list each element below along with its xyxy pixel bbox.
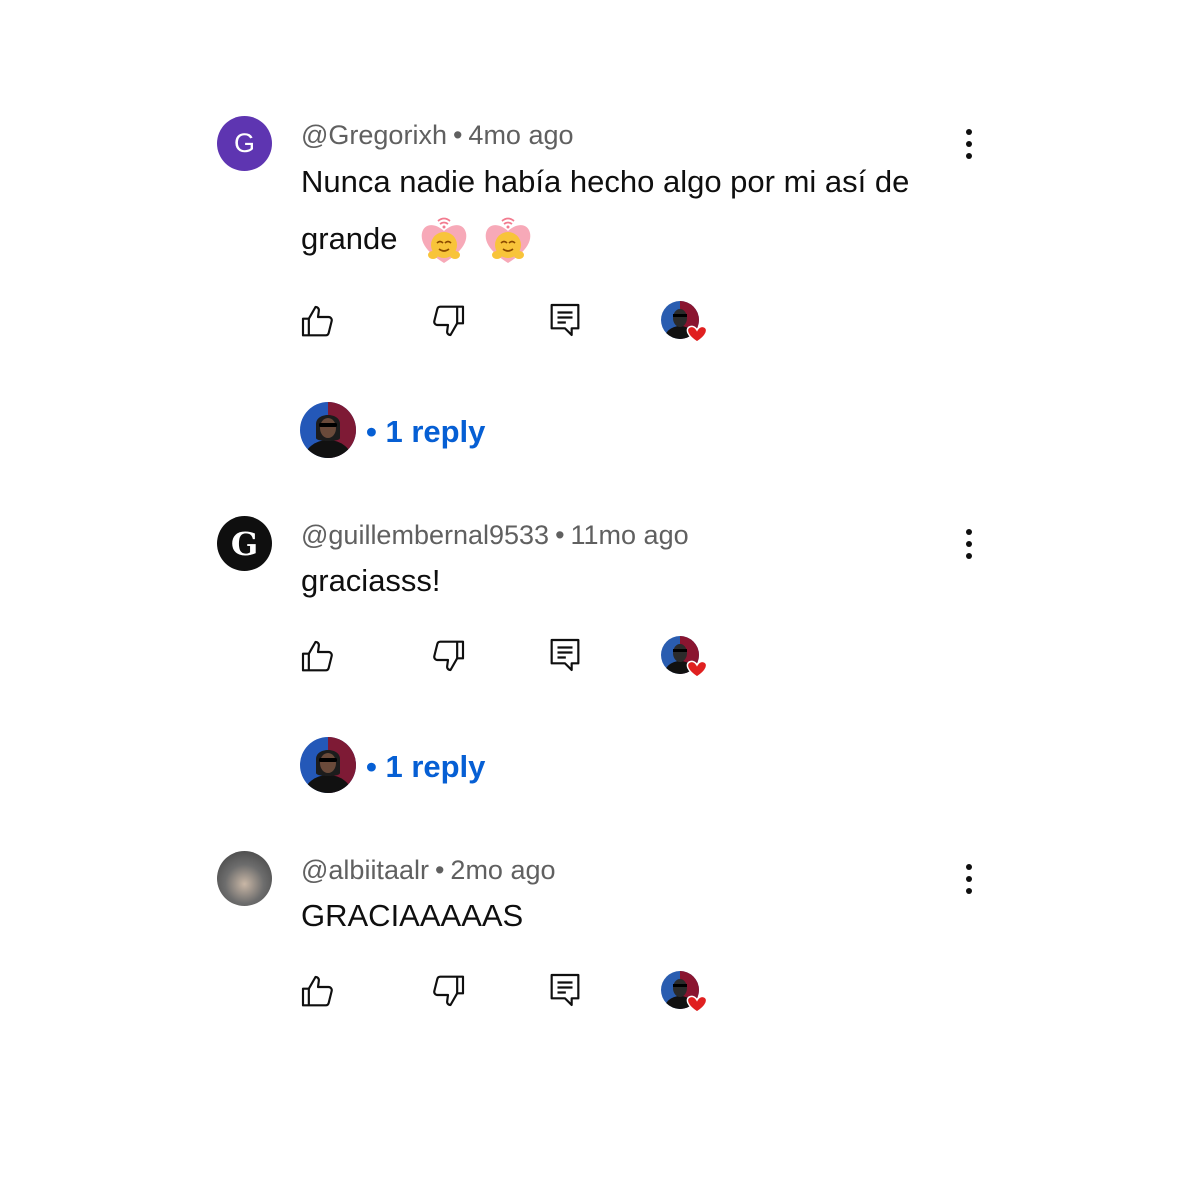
comment-actions [0, 300, 1200, 350]
avatar[interactable]: G [217, 516, 272, 571]
creator-heart-icon [660, 970, 712, 1018]
comment-time[interactable]: 2mo ago [450, 855, 555, 885]
comment-time[interactable]: 4mo ago [468, 120, 573, 150]
comment-meta: @guillembernal9533 • 11mo ago [301, 520, 689, 551]
thumbs-down-icon[interactable] [428, 300, 468, 340]
creator-heart-icon [660, 635, 712, 683]
avatar[interactable]: G [217, 116, 272, 171]
comment-text: graciasss! [301, 552, 961, 609]
comment-body: GRACIAAAAAS [301, 898, 524, 933]
hugging-heart-emoji [418, 215, 470, 267]
comment-meta: @Gregorixh • 4mo ago [301, 120, 574, 151]
comment-meta: @albiitaalr • 2mo ago [301, 855, 556, 886]
thumbs-down-icon[interactable] [428, 635, 468, 675]
reply-count-label[interactable]: • 1 reply [366, 414, 485, 450]
thumbs-down-icon[interactable] [428, 970, 468, 1010]
comment-actions [0, 970, 1200, 1020]
avatar[interactable] [217, 851, 272, 906]
comment-actions [0, 635, 1200, 685]
comment-author[interactable]: @albiitaalr [301, 855, 429, 885]
comment-icon[interactable] [545, 635, 585, 675]
meta-separator: • [452, 120, 463, 150]
reply-count-label[interactable]: • 1 reply [366, 749, 485, 785]
comment-body: graciasss! [301, 563, 441, 598]
thumbs-up-icon[interactable] [298, 302, 338, 342]
reply-avatar [300, 737, 356, 798]
comment-time[interactable]: 11mo ago [571, 520, 689, 550]
comment-body: Nunca nadie había hecho algo por mi así … [301, 164, 910, 256]
meta-separator: • [434, 855, 445, 885]
comment-text: Nunca nadie había hecho algo por mi así … [301, 153, 961, 267]
reply-avatar [300, 402, 356, 463]
comment-text: GRACIAAAAAS [301, 887, 961, 944]
meta-separator: • [555, 520, 565, 550]
comment-author[interactable]: @guillembernal9533 [301, 520, 549, 550]
thumbs-up-icon[interactable] [298, 972, 338, 1012]
view-replies-button[interactable]: • 1 reply [300, 403, 485, 461]
comment-icon[interactable] [545, 970, 585, 1010]
avatar-letter: G [233, 128, 255, 158]
thumbs-up-icon[interactable] [298, 637, 338, 677]
hugging-heart-emoji [482, 215, 534, 267]
comment-author[interactable]: @Gregorixh [301, 120, 447, 150]
view-replies-button[interactable]: • 1 reply [300, 738, 485, 796]
avatar-letter: G [230, 524, 259, 563]
creator-heart-icon [660, 300, 712, 348]
comment-icon[interactable] [545, 300, 585, 340]
